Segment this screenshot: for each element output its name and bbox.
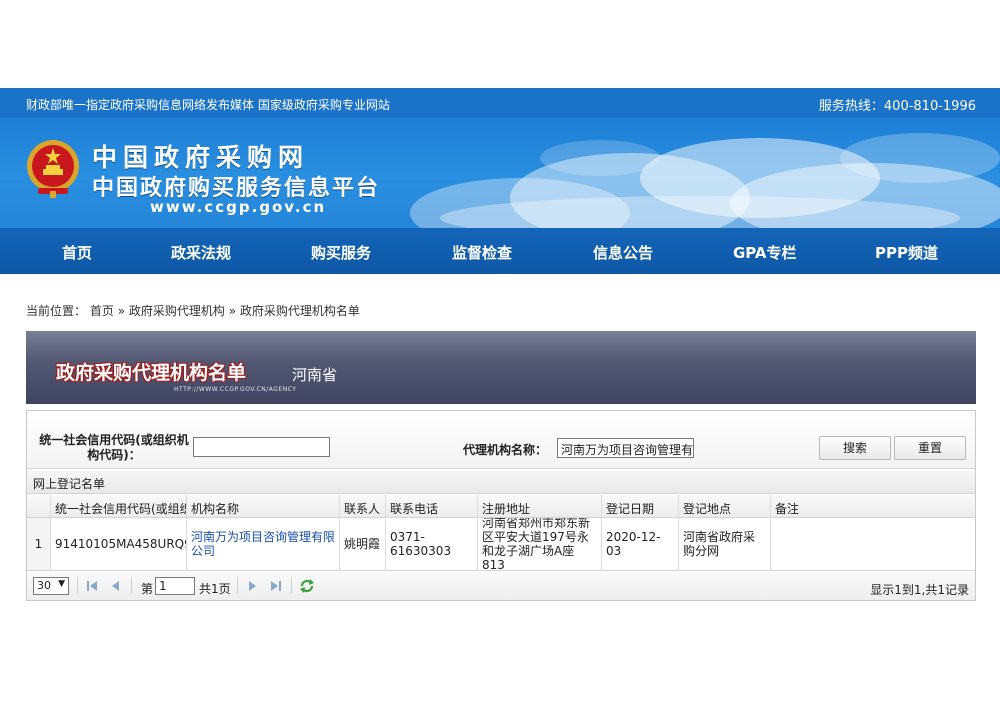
grid-title: 网上登记名单	[27, 470, 975, 494]
refresh-icon[interactable]	[299, 578, 315, 594]
page: 财政部唯一指定政府采购信息网络发布媒体 国家级政府采购专业网站 服务热线：400…	[0, 0, 1000, 706]
breadcrumb-prefix: 当前位置：	[26, 304, 87, 318]
row-index: 1	[27, 518, 51, 570]
site-url: www.ccgp.gov.cn	[150, 198, 327, 216]
pager-separator	[77, 578, 78, 594]
row-credit-code: 91410105MA458URQ9C	[51, 518, 187, 570]
pager-separator	[131, 578, 132, 594]
credit-code-input[interactable]	[193, 437, 330, 457]
breadcrumb-agency-list[interactable]: 政府采购代理机构名单	[240, 304, 360, 318]
breadcrumb-agencies[interactable]: 政府采购代理机构	[129, 304, 225, 318]
clouds-decoration	[410, 133, 1000, 228]
page-size-select[interactable]: 30 ▼	[33, 577, 69, 595]
agency-grid-panel: 统一社会信用代码(或组织机构代码)： 代理机构名称： 河南万为项目咨询管理有限 …	[26, 410, 976, 601]
nav-regulations[interactable]: 政采法规	[171, 242, 231, 263]
pager-separator	[291, 578, 292, 594]
nav-purchase-service[interactable]: 购买服务	[311, 242, 371, 263]
search-button[interactable]: 搜索	[819, 436, 891, 460]
service-hotline: 服务热线：400-810-1996	[818, 99, 976, 114]
prev-page-icon[interactable]	[109, 579, 123, 593]
row-agency-name-link[interactable]: 河南万为项目咨询管理有限公司	[187, 518, 340, 570]
header-date[interactable]: 登记日期	[602, 495, 679, 517]
national-emblem-icon	[27, 140, 79, 198]
header-rownum	[27, 495, 51, 517]
breadcrumb-separator: »	[117, 304, 126, 318]
section-banner: 政府采购代理机构名单 河南省 HTTP://WWW.CCGP.GOV.CN/AG…	[26, 331, 976, 404]
section-url-caption: HTTP://WWW.CCGP.GOV.CN/AGENCY	[174, 386, 297, 393]
section-title: 政府采购代理机构名单	[56, 362, 247, 384]
header-address[interactable]: 注册地址	[478, 495, 602, 517]
breadcrumb-separator: »	[228, 304, 237, 318]
section-province: 河南省	[292, 366, 338, 384]
header-remark[interactable]: 备注	[771, 495, 975, 517]
pager: 30 ▼ 第 1 共1页 显示1到1,共1记录	[27, 572, 975, 600]
header-contact[interactable]: 联系人	[340, 495, 386, 517]
search-bar: 统一社会信用代码(或组织机构代码)： 代理机构名称： 河南万为项目咨询管理有限 …	[27, 411, 975, 469]
nav-ppp[interactable]: PPP频道	[875, 242, 938, 263]
pager-separator	[237, 578, 238, 594]
header-agency-name[interactable]: 机构名称	[187, 495, 340, 517]
credit-code-label: 统一社会信用代码(或组织机构代码)：	[39, 433, 189, 462]
row-place: 河南省政府采购分网	[679, 518, 771, 570]
nav-supervision[interactable]: 监督检查	[452, 242, 512, 263]
top-strip: 财政部唯一指定政府采购信息网络发布媒体 国家级政府采购专业网站 服务热线：400…	[0, 88, 1000, 118]
header-place[interactable]: 登记地点	[679, 495, 771, 517]
page-number-input[interactable]: 1	[155, 577, 195, 595]
row-address: 河南省郑州市郑东新区平安大道197号永和龙子湖广场A座813	[478, 518, 602, 570]
row-date: 2020-12-03	[602, 518, 679, 570]
page-prefix: 第	[141, 582, 154, 596]
site-title-main: 中国政府采购网	[92, 143, 310, 172]
site-banner: 中国政府采购网 中国政府购买服务信息平台 www.ccgp.gov.cn	[0, 118, 1000, 228]
next-page-icon[interactable]	[245, 579, 259, 593]
nav-home[interactable]: 首页	[62, 242, 92, 263]
row-contact: 姚明霞	[340, 518, 386, 570]
nav-gpa[interactable]: GPA专栏	[733, 242, 797, 263]
agency-name-input[interactable]: 河南万为项目咨询管理有限	[557, 438, 694, 458]
agency-name-label: 代理机构名称：	[463, 443, 548, 457]
row-remark	[771, 518, 975, 570]
breadcrumb: 当前位置： 首页 » 政府采购代理机构 » 政府采购代理机构名单	[26, 302, 360, 319]
nav-announcements[interactable]: 信息公告	[593, 242, 653, 263]
last-page-icon[interactable]	[269, 579, 283, 593]
header-phone[interactable]: 联系电话	[386, 495, 478, 517]
page-total: 共1页	[199, 582, 231, 596]
record-info: 显示1到1,共1记录	[870, 583, 969, 597]
reset-button[interactable]: 重置	[894, 436, 966, 460]
table-row[interactable]: 1 91410105MA458URQ9C 河南万为项目咨询管理有限公司 姚明霞 …	[27, 518, 975, 571]
row-phone: 0371-61630303	[386, 518, 478, 570]
chevron-down-icon: ▼	[58, 579, 65, 589]
header-credit-code[interactable]: 统一社会信用代码(或组织	[51, 495, 187, 517]
page-size-value: 30	[37, 579, 51, 592]
first-page-icon[interactable]	[85, 579, 99, 593]
top-strip-slogan: 财政部唯一指定政府采购信息网络发布媒体 国家级政府采购专业网站	[26, 98, 390, 112]
breadcrumb-home[interactable]: 首页	[90, 304, 114, 318]
grid-header: 统一社会信用代码(或组织 机构名称 联系人 联系电话 注册地址 登记日期 登记地…	[27, 495, 975, 518]
main-nav: 首页 政采法规 购买服务 监督检查 信息公告 GPA专栏 PPP频道	[0, 228, 1000, 274]
